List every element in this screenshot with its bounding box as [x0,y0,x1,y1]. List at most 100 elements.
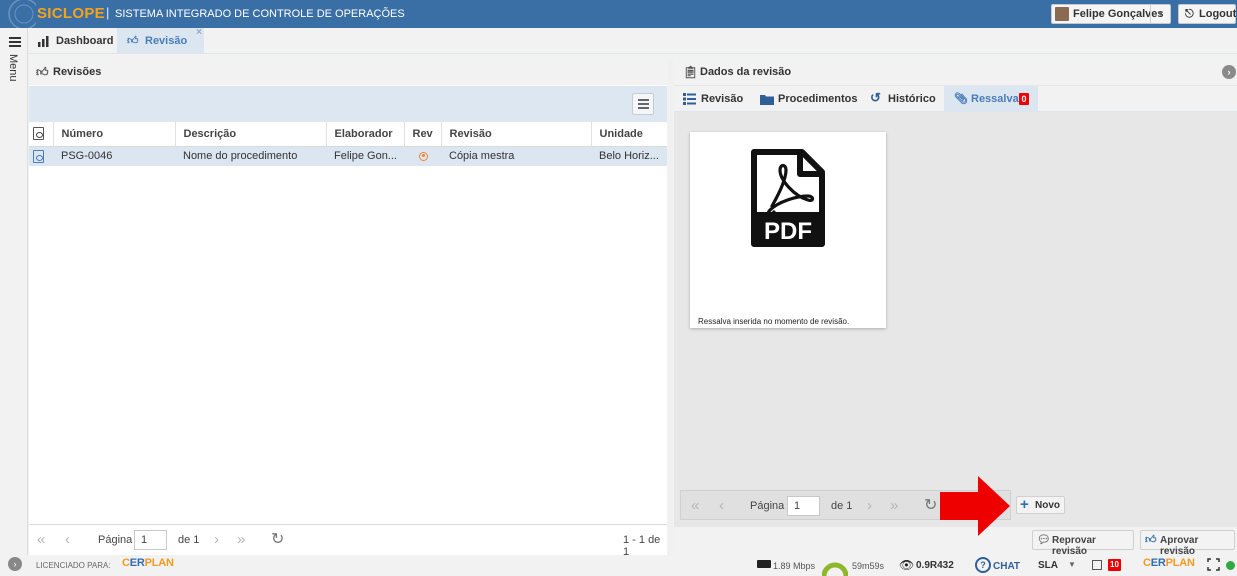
tab-revisao-detail-label: Revisão [701,93,744,105]
table-row[interactable]: PSG-0046 Nome do procedimento Felipe Gon… [29,146,667,166]
pager-of-label: de 1 [178,534,200,546]
cell-rev [404,146,441,166]
svg-text:PDF: PDF [764,218,812,244]
app-brand: SICLOPE [37,5,105,22]
network-speed: 1.89 Mbps [773,561,816,571]
side-menu[interactable]: Menu [0,28,28,555]
panel-header: 👍︎ Revisões [29,59,667,85]
tab-revisao-detail[interactable]: Revisão [674,86,750,112]
logout-button[interactable]: ⎋ Logout [1178,4,1236,24]
cell-numero: PSG-0046 [53,146,175,166]
tab-procedimentos[interactable]: Procedimentos [752,86,862,112]
first-page-icon[interactable]: « [691,497,699,514]
hamburger-icon[interactable] [9,37,21,47]
tab-dashboard-label: Dashboard [56,35,114,47]
chevron-down-icon[interactable]: ▼ [1150,5,1170,23]
tab-procedimentos-label: Procedimentos [778,93,858,105]
eye-icon: 👁︎ [899,558,915,572]
row-file-cell[interactable] [29,146,53,166]
collapse-panel-icon[interactable]: › [1222,65,1236,79]
dados-revisao-panel: 📋︎ Dados da revisão › Revisão Procedimen… [674,59,1237,527]
page-number-input[interactable]: 1 [134,530,167,550]
cell-descricao: Nome do procedimento [175,146,326,166]
column-header-descricao[interactable]: Descrição [175,122,327,147]
first-page-icon[interactable]: « [37,531,45,548]
page-number-input[interactable]: 1 [787,496,820,516]
last-page-icon[interactable]: » [237,531,245,548]
prev-page-icon[interactable]: ‹ [719,497,724,514]
panel-splitter[interactable] [668,59,673,555]
session-timer: 59m59s [852,561,885,571]
thumbs-up-icon: 👍︎ [127,35,139,47]
app-version: 0.9R432 [916,560,954,571]
avatar [1055,7,1069,21]
logout-icon: ⎋ [1185,8,1194,20]
novo-label: Novo [1035,500,1060,511]
erplan-logo-text-a: ER [1150,557,1166,569]
erplan-logo-text-a: ER [129,557,145,569]
pager-of-label: de 1 [831,500,853,512]
erplan-logo-mark-icon: C [1143,557,1151,569]
erplan-logo: CERPLAN [1143,557,1195,569]
pager-page-label: Página [750,500,785,512]
fullscreen-icon[interactable] [1207,558,1220,571]
cell-elaborador: Felipe Gon... [326,146,404,166]
novo-button[interactable]: + Novo [1016,496,1065,514]
last-page-icon[interactable]: » [890,497,898,514]
columns-menu-button[interactable] [632,93,654,115]
list-icon [683,93,696,105]
close-icon[interactable]: × [196,27,202,38]
tasks-icon[interactable] [1092,560,1102,570]
history-icon: ↺ [870,90,881,105]
pdf-badge: PDF [764,218,812,244]
refresh-icon[interactable]: ↻ [271,529,284,549]
thumbs-up-icon: 👍︎ [36,65,49,79]
aprovar-label: Aprovar revisão [1160,535,1199,557]
next-page-icon[interactable]: › [214,531,219,548]
chat-help-icon[interactable]: ? [975,557,991,573]
attachment-caption: Ressalva inserida no momento de revisão. [698,317,850,326]
app-header: SICLOPE | SISTEMA INTEGRADO DE CONTROLE … [0,0,1237,28]
detail-tabs: Revisão Procedimentos ↺ Histórico 📎︎ Res… [674,86,1237,112]
prev-page-icon[interactable]: ‹ [65,531,70,548]
sla-selector[interactable]: SLA [1038,560,1058,571]
column-header-elaborador[interactable]: Elaborador [326,122,405,147]
refresh-icon[interactable]: ↻ [924,495,937,515]
user-menu-button[interactable]: Felipe Gonçalves ▼ [1051,4,1171,24]
attachment-card[interactable]: PDF Ressalva inserida no momento de revi… [690,132,886,328]
next-page-icon[interactable]: › [867,497,872,514]
status-bar: › LICENCIADO PARA: CERPLAN 1.89 Mbps 59m… [0,555,1237,576]
target-icon [419,151,428,161]
ressalva-count-badge: 0 [1019,93,1029,105]
column-header-file[interactable] [29,122,54,147]
paperclip-icon: 📎︎ [954,93,968,105]
app-subtitle: SISTEMA INTEGRADO DE CONTROLE DE OPERAÇÕ… [115,8,405,20]
tab-ressalva[interactable]: 📎︎ Ressalva 0 [944,86,1038,112]
tab-historico[interactable]: ↺ Histórico [863,86,943,112]
tab-dashboard[interactable]: Dashboard [28,28,116,54]
online-status-icon [1226,561,1235,570]
licensed-label: LICENCIADO PARA: [36,561,111,570]
chat-link[interactable]: CHAT [993,561,1020,572]
revisoes-table: Número Descrição Elaborador Rev Revisão … [29,122,667,166]
annotation-arrow-icon [940,476,1010,536]
cell-revisao: Cópia mestra [441,146,591,166]
aprovar-revisao-button[interactable]: 👍︎ Aprovar revisão [1140,530,1235,557]
menu-label[interactable]: Menu [7,54,19,82]
pdf-file-icon[interactable] [33,149,44,163]
erplan-logo-text-b: PLAN [1165,557,1195,569]
column-header-numero[interactable]: Número [53,122,176,147]
erplan-logo-text-b: PLAN [144,557,174,569]
tab-revisao[interactable]: 👍︎ Revisão × [117,27,204,54]
left-pager: « ‹ Página 1 de 1 › » ↻ 1 - 1 de 1 [29,524,667,558]
table-header-row: Número Descrição Elaborador Rev Revisão … [29,122,667,147]
column-header-unidade[interactable]: Unidade [591,122,667,147]
reprovar-revisao-button[interactable]: 💬︎ Reprovar revisão [1032,530,1134,557]
notification-badge[interactable]: 10 [1108,559,1121,571]
reprovar-label: Reprovar revisão [1052,535,1096,557]
column-header-revisao[interactable]: Revisão [441,122,592,147]
chevron-down-icon[interactable]: ▼ [1068,560,1076,569]
logout-label: Logout [1199,8,1237,20]
column-header-rev[interactable]: Rev [404,122,442,147]
settings-icon[interactable]: › [8,557,22,571]
